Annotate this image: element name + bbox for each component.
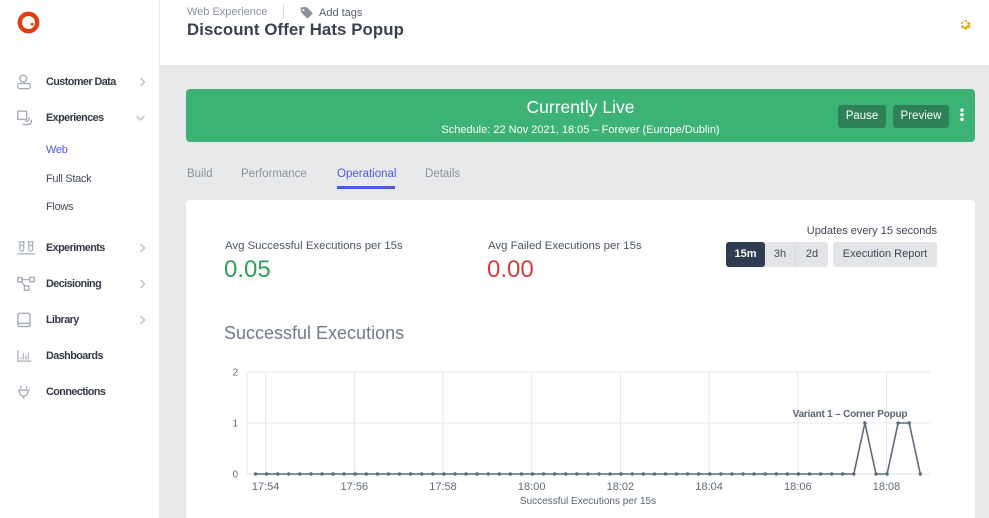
svg-text:2: 2 xyxy=(232,368,238,379)
svg-text:17:56: 17:56 xyxy=(341,481,369,493)
svg-text:17:58: 17:58 xyxy=(429,481,457,493)
svg-text:1: 1 xyxy=(232,419,238,430)
svg-text:18:00: 18:00 xyxy=(518,481,546,493)
svg-text:17:54: 17:54 xyxy=(252,481,280,493)
svg-text:18:02: 18:02 xyxy=(607,481,635,493)
svg-text:18:08: 18:08 xyxy=(873,481,901,493)
svg-text:0: 0 xyxy=(232,470,238,481)
svg-text:18:04: 18:04 xyxy=(695,481,723,493)
svg-text:Variant 1 – Corner Popup: Variant 1 – Corner Popup xyxy=(793,409,908,420)
svg-text:18:06: 18:06 xyxy=(784,481,812,493)
svg-text:Successful Executions per 15s: Successful Executions per 15s xyxy=(520,496,656,507)
